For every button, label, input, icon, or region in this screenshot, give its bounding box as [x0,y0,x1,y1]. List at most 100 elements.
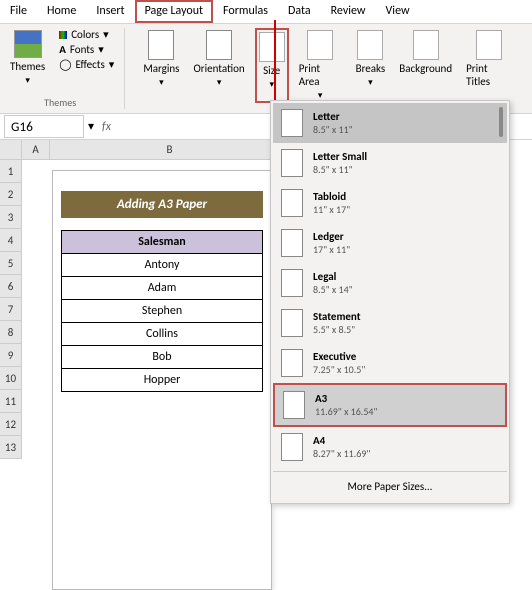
row-headers: 1 2 3 4 5 6 7 8 9 10 11 12 13 [0,160,22,459]
effects-icon: ◯ [59,58,71,71]
colors-icon [59,31,67,39]
table-cell[interactable]: Hopper [62,369,263,392]
col-header-b[interactable]: B [50,140,290,160]
page-thumb-icon [281,229,303,257]
size-option-letter-small[interactable]: Letter Small8.5" x 11" [273,143,507,183]
tab-insert[interactable]: Insert [86,0,134,23]
row-header[interactable]: 8 [0,321,22,344]
size-dim: 8.5" x 14" [313,283,353,296]
size-dim: 11.69" x 16.54" [315,405,377,418]
breaks-icon [357,30,383,60]
table-cell[interactable]: Antony [62,254,263,277]
size-option-a4[interactable]: A48.27" x 11.69" [273,427,507,467]
size-option-tabloid[interactable]: Tabloid11" x 17" [273,183,507,223]
more-paper-sizes[interactable]: More Paper Sizes... [273,471,507,501]
chevron-down-icon: ▾ [217,77,222,88]
themes-sub: Colors ▾ AFonts ▾ ◯Effects ▾ [59,28,114,88]
page-setup-group: Margins▾ Orientation▾ Size▾ Print Area▾ … [139,28,526,109]
size-dropdown: Letter8.5" x 11"Letter Small8.5" x 11"Ta… [270,100,510,504]
size-name: Tabloid [313,190,350,203]
row-header[interactable]: 6 [0,275,22,298]
size-dim: 11" x 17" [313,203,350,216]
effects-button[interactable]: ◯Effects ▾ [59,58,114,71]
size-name: Letter [313,110,353,123]
print-titles-button[interactable]: Print Titles [462,28,516,103]
select-all[interactable] [0,140,22,160]
themes-label: Themes [10,60,45,73]
row-header[interactable]: 9 [0,344,22,367]
row-header[interactable]: 13 [0,436,22,459]
table-cell[interactable]: Adam [62,277,263,300]
print-area-icon [307,30,333,60]
grid[interactable]: Adding A3 Paper Salesman Antony Adam Ste… [22,160,282,459]
page-preview: Adding A3 Paper Salesman Antony Adam Ste… [52,170,272,590]
page-thumb-icon [281,433,303,461]
row-header[interactable]: 3 [0,206,22,229]
background-icon [413,30,439,60]
themes-button[interactable]: Themes ▾ [6,28,49,88]
size-name: Statement [313,310,361,323]
row-header[interactable]: 12 [0,413,22,436]
row-header[interactable]: 7 [0,298,22,321]
size-option-statement[interactable]: Statement5.5" x 8.5" [273,303,507,343]
size-name: A3 [315,392,377,405]
col-header-a[interactable]: A [22,140,50,160]
row-header[interactable]: 1 [0,160,22,183]
row-header[interactable]: 2 [0,183,22,206]
page-thumb-icon [283,391,305,419]
chevron-down-icon: ▾ [159,77,164,88]
scrollbar[interactable] [499,107,503,137]
colors-button[interactable]: Colors ▾ [59,28,114,41]
tab-view[interactable]: View [376,0,420,23]
breaks-button[interactable]: Breaks▾ [352,28,390,103]
row-header[interactable]: 11 [0,390,22,413]
page-thumb-icon [281,189,303,217]
size-name: Executive [313,350,365,363]
size-option-letter[interactable]: Letter8.5" x 11" [273,103,507,143]
print-titles-icon [476,30,502,60]
tab-review[interactable]: Review [321,0,376,23]
size-icon [259,32,285,62]
orientation-button[interactable]: Orientation▾ [189,28,248,103]
print-area-button[interactable]: Print Area▾ [295,28,346,103]
page-thumb-icon [281,309,303,337]
size-option-legal[interactable]: Legal8.5" x 14" [273,263,507,303]
margins-button[interactable]: Margins▾ [139,28,183,103]
chevron-down-icon: ▾ [25,75,30,86]
size-dim: 7.25" x 10.5" [313,363,365,376]
name-box[interactable] [4,115,84,138]
size-dim: 8.27" x 11.69" [313,447,370,460]
size-name: Legal [313,270,353,283]
size-dim: 8.5" x 11" [313,123,353,136]
themes-group: Themes ▾ Colors ▾ AFonts ▾ ◯Effects ▾ Th… [6,28,125,109]
page-thumb-icon [281,349,303,377]
size-name: A4 [313,434,370,447]
size-dim: 8.5" x 11" [313,163,353,176]
page-thumb-icon [281,109,303,137]
menubar: File Home Insert Page Layout Formulas Da… [0,0,532,24]
table-cell[interactable]: Collins [62,323,263,346]
row-header[interactable]: 5 [0,252,22,275]
size-button[interactable]: Size▾ [255,28,289,103]
tab-file[interactable]: File [0,0,37,23]
row-header[interactable]: 4 [0,229,22,252]
size-option-executive[interactable]: Executive7.25" x 10.5" [273,343,507,383]
table-cell[interactable]: Bob [62,346,263,369]
size-dim: 5.5" x 8.5" [313,323,355,336]
background-button[interactable]: Background [395,28,456,103]
sheet-title: Adding A3 Paper [61,191,263,218]
margins-icon [148,30,174,60]
size-option-ledger[interactable]: Ledger17" x 11" [273,223,507,263]
page-thumb-icon [281,149,303,177]
tab-home[interactable]: Home [37,0,86,23]
tab-page-layout[interactable]: Page Layout [135,0,213,23]
group-label-themes: Themes [44,96,76,109]
size-name: Letter Small [313,150,367,163]
fonts-button[interactable]: AFonts ▾ [59,43,114,56]
tab-formulas[interactable]: Formulas [213,0,278,23]
row-header[interactable]: 10 [0,367,22,390]
table-cell[interactable]: Stephen [62,300,263,323]
size-option-a3[interactable]: A311.69" x 16.54" [273,383,507,427]
tab-data[interactable]: Data [278,0,321,23]
fx-icon[interactable]: fx [94,120,119,134]
